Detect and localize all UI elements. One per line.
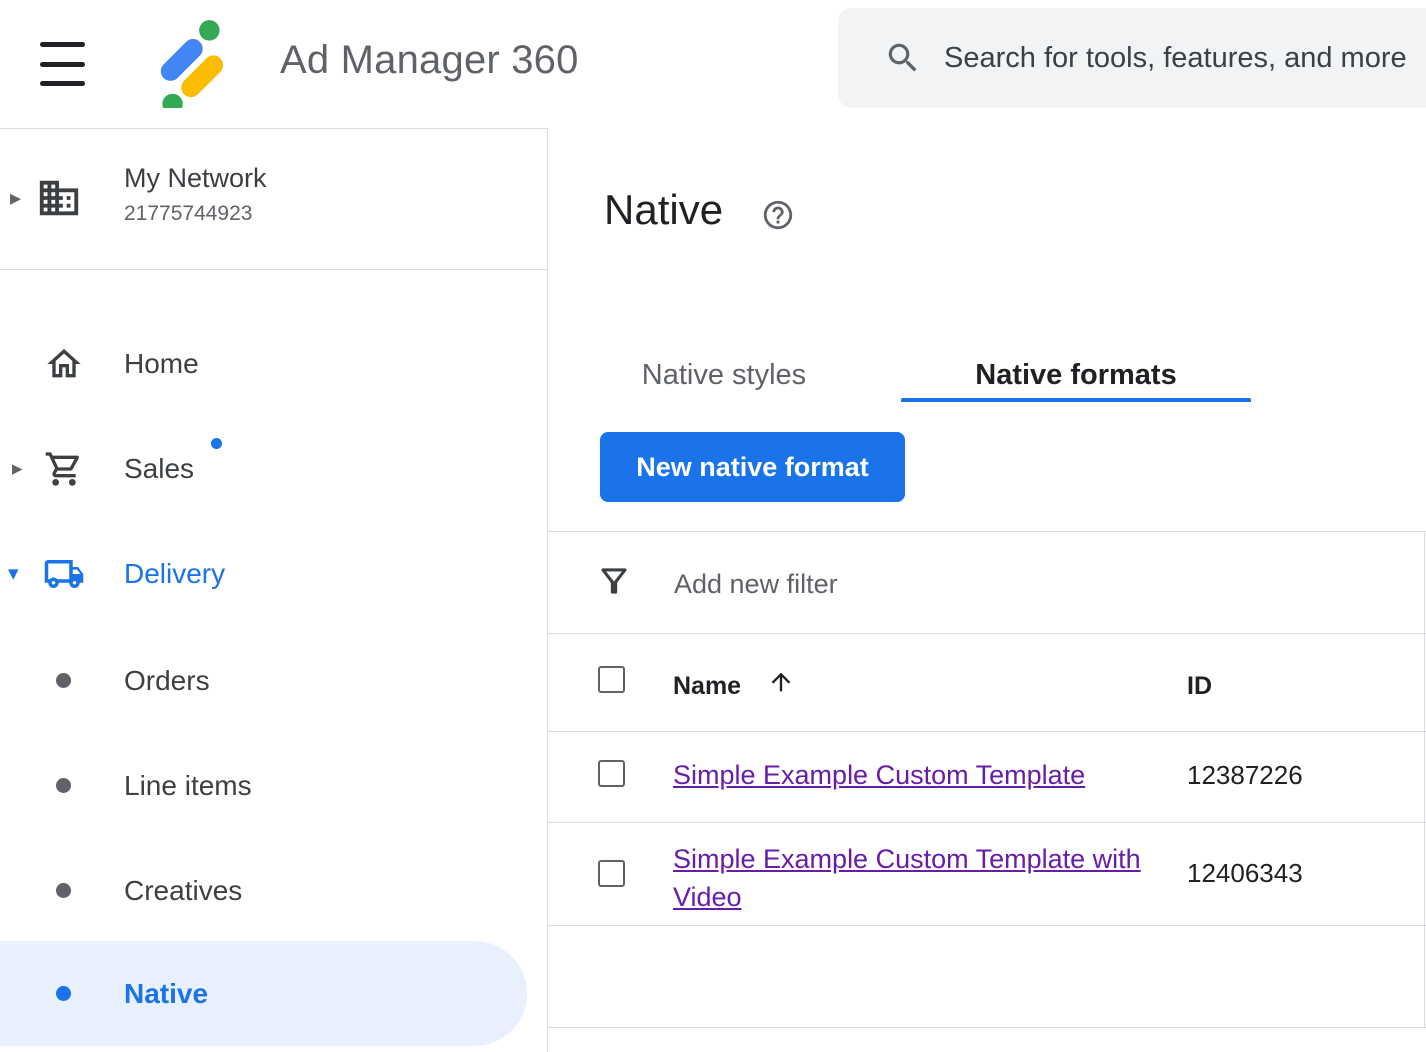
delivery-truck-icon: [42, 552, 86, 596]
sidebar-divider: [0, 269, 547, 270]
table-row-divider: [548, 925, 1426, 926]
menu-icon[interactable]: [40, 42, 85, 86]
new-native-format-button[interactable]: New native format: [600, 432, 905, 502]
search-icon: [884, 39, 922, 77]
sidebar-item-delivery[interactable]: ▾ Delivery: [0, 521, 548, 626]
sidebar-item-label: Delivery: [124, 558, 225, 590]
sidebar-item-label: Home: [124, 348, 199, 380]
sidebar-item-line-items[interactable]: Line items: [0, 733, 527, 838]
network-expand-arrow-icon[interactable]: ▸: [10, 187, 21, 209]
sidebar-item-label: Line items: [124, 770, 252, 802]
add-filter-input[interactable]: Add new filter: [674, 569, 838, 600]
page-title: Native: [604, 186, 723, 234]
sidebar-item-creatives[interactable]: Creatives: [0, 838, 527, 943]
table-header-divider: [548, 731, 1426, 732]
ad-manager-logo: [146, 14, 240, 108]
app-title: Ad Manager 360: [280, 38, 579, 83]
sidebar-item-sales[interactable]: ▸ Sales: [0, 416, 548, 521]
ad-manager-app: Ad Manager 360 Search for tools, feature…: [0, 0, 1426, 1052]
network-name: My Network: [124, 163, 267, 194]
sales-notification-dot: [211, 438, 222, 449]
active-tab-indicator: [901, 398, 1251, 402]
bullet-icon: [56, 883, 71, 898]
table-right-border: [1424, 531, 1425, 1027]
network-selector[interactable]: ▸ My Network 21775744923: [0, 161, 547, 241]
sidebar-item-home[interactable]: Home: [0, 311, 548, 416]
network-id: 21775744923: [124, 202, 267, 226]
expand-arrow-icon[interactable]: ▸: [12, 458, 23, 479]
collapse-arrow-icon[interactable]: ▾: [8, 563, 19, 584]
help-icon[interactable]: [761, 198, 795, 232]
bullet-icon: [56, 986, 71, 1001]
sidebar-item-label: Native: [124, 978, 208, 1010]
sales-cart-icon: [42, 447, 86, 491]
main-content: Native Native styles Native formats New …: [548, 128, 1426, 1052]
search-placeholder: Search for tools, features, and more: [944, 42, 1407, 75]
sidebar-item-orders[interactable]: Orders: [0, 628, 527, 733]
table-row-divider: [548, 822, 1426, 823]
tab-native-formats[interactable]: Native formats: [901, 346, 1251, 404]
bullet-icon: [56, 778, 71, 793]
column-header-id[interactable]: ID: [1187, 672, 1212, 701]
row-checkbox[interactable]: [598, 860, 625, 887]
sidebar-item-label: Orders: [124, 665, 210, 697]
topbar: Ad Manager 360 Search for tools, feature…: [0, 0, 1426, 128]
network-building-icon: [36, 175, 82, 226]
bullet-icon: [56, 673, 71, 688]
tab-native-styles[interactable]: Native styles: [604, 346, 844, 404]
table-row-id: 12406343: [1187, 858, 1303, 889]
table-bottom-border: [548, 1027, 1426, 1028]
divider: [548, 531, 1426, 532]
sidebar-item-label: Sales: [124, 453, 194, 485]
column-header-name[interactable]: Name: [673, 672, 741, 701]
row-checkbox[interactable]: [598, 760, 625, 787]
sidebar-item-native[interactable]: Native: [0, 941, 527, 1046]
divider: [548, 633, 1426, 634]
select-all-checkbox[interactable]: [598, 666, 625, 693]
search-box[interactable]: Search for tools, features, and more: [838, 8, 1426, 108]
sidebar-item-label: Creatives: [124, 875, 242, 907]
sort-ascending-icon[interactable]: [767, 668, 795, 696]
table-row-link[interactable]: Simple Example Custom Template with Vide…: [673, 840, 1143, 916]
filter-icon[interactable]: [595, 562, 633, 600]
sidebar: ▸ My Network 21775744923 Home ▸: [0, 128, 548, 1052]
table-row-id: 12387226: [1187, 760, 1303, 791]
table-row-link[interactable]: Simple Example Custom Template: [673, 756, 1085, 794]
home-icon: [42, 342, 86, 386]
